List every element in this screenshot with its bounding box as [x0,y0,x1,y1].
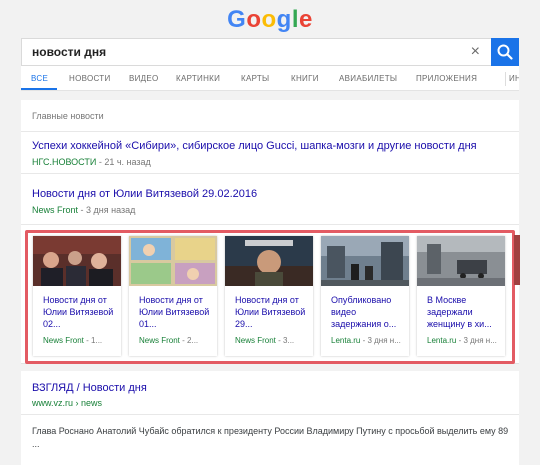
result-snippet: Глава Роснано Анатолий Чубайс обратился … [32,426,509,449]
story-time: - 21 ч. назад [96,157,151,167]
search-box[interactable]: новости дня × [21,38,519,66]
carousel-card-meta: News Front - 2... [139,336,213,345]
logo-letter: e [299,6,313,33]
carousel-card[interactable]: Новости дня от Юлии Витязевой 29... News… [225,236,313,356]
carousel-card-title: Опубликовано видео задержания о... [331,295,397,329]
story-meta: News Front - 3 дня назад [32,205,135,215]
tab-video[interactable]: ВИДЕО [129,74,159,83]
top-stories-card: Главные новости Успехи хоккейной «Сибири… [21,100,519,364]
carousel-card[interactable]: Опубликовано видео задержания о... Lenta… [321,236,409,356]
divider [21,414,519,415]
card-source: News Front [235,336,276,345]
tab-flights[interactable]: АВИАБИЛЕТЫ [339,74,397,83]
story-title[interactable]: Новости дня от Юлии Витязевой 29.02.2016 [32,188,257,200]
card-time: - 3... [275,336,295,345]
card-time: - 2... [179,336,199,345]
result-title[interactable]: ВЗГЛЯД / Новости дня [32,382,147,394]
logo-letter: G [227,6,247,33]
card-time: - 3 дня н... [456,336,497,345]
story-meta: НГС.НОВОСТИ - 21 ч. назад [32,157,151,167]
tab-maps[interactable]: КАРТЫ [241,74,269,83]
logo-letter: l [291,6,299,33]
carousel-card-meta: News Front - 3... [235,336,309,345]
carousel-card-meta: Lenta.ru - 3 дня н... [427,336,501,345]
active-tab-indicator [21,88,57,90]
story-thumbnail [417,236,505,286]
carousel-card-title: Новости дня от Юлии Витязевой 02... [43,295,114,329]
story-title[interactable]: Успехи хоккейной «Сибири», сибирское лиц… [32,140,477,152]
clear-icon[interactable]: × [471,42,480,62]
carousel-card-meta: News Front - 1... [43,336,117,345]
logo-letter: o [246,6,262,33]
carousel-card-meta: Lenta.ru - 3 дня н... [331,336,405,345]
tab-divider [505,72,506,86]
story-thumbnail [225,236,313,286]
tab-books[interactable]: КНИГИ [291,74,319,83]
divider [21,224,519,225]
result-url[interactable]: www.vz.ru › news [32,398,102,408]
search-button[interactable] [491,38,519,66]
carousel-card-title: Новости дня от Юлии Витязевой 01... [139,295,210,329]
google-logo[interactable]: Google [0,6,540,34]
tab-images[interactable]: КАРТИНКИ [176,74,220,83]
story-thumbnail [129,236,217,286]
carousel-card[interactable]: Новости дня от Юлии Витязевой 02... News… [33,236,121,356]
divider [21,173,519,174]
story-thumbnail [321,236,409,286]
story-thumbnail [33,236,121,286]
search-input[interactable]: новости дня [32,45,106,59]
carousel-card-title: Новости дня от Юлии Витязевой 29... [235,295,306,329]
tab-apps[interactable]: ПРИЛОЖЕНИЯ [416,74,477,83]
search-result: ВЗГЛЯД / Новости дня www.vz.ru › news Гл… [21,371,519,465]
search-icon [497,44,513,60]
tab-news[interactable]: НОВОСТИ [69,74,111,83]
tab-more[interactable]: ИН [509,74,519,83]
divider [21,131,519,132]
top-stories-header: Главные новости [32,111,104,121]
logo-letter: o [261,6,277,33]
search-tabs: ВСЕ НОВОСТИ ВИДЕО КАРТИНКИ КАРТЫ КНИГИ А… [21,66,519,91]
story-time: - 3 дня назад [78,205,136,215]
logo-letter: g [276,6,292,33]
carousel-card-title: В Москве задержали женщину в хи... [427,295,492,329]
card-source: Lenta.ru [331,336,361,345]
tab-all[interactable]: ВСЕ [31,74,48,83]
story-source[interactable]: НГС.НОВОСТИ [32,157,96,167]
card-time: - 3 дня н... [360,336,401,345]
card-source: Lenta.ru [427,336,457,345]
card-source: News Front [43,336,84,345]
card-time: - 1... [83,336,103,345]
story-source[interactable]: News Front [32,205,78,215]
card-source: News Front [139,336,180,345]
carousel-card[interactable]: В Москве задержали женщину в хи... Lenta… [417,236,505,356]
carousel-card[interactable]: Новости дня от Юлии Витязевой 01... News… [129,236,217,356]
next-card-peek[interactable] [514,235,520,285]
